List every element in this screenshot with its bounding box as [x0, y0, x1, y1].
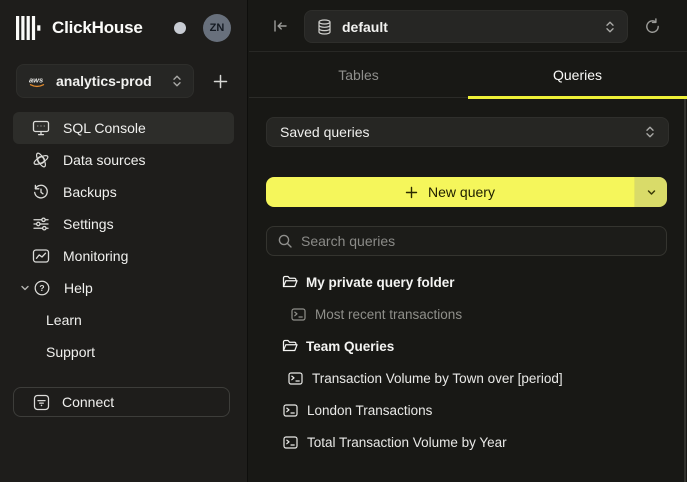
tree-item-label: Most recent transactions — [315, 307, 462, 322]
tree-item-label: Team Queries — [306, 339, 394, 354]
tab-tables[interactable]: Tables — [249, 52, 468, 97]
new-query-dropdown-button[interactable] — [634, 177, 667, 207]
svg-text:aws: aws — [29, 75, 43, 84]
sidebar-item-support[interactable]: Support — [0, 336, 247, 368]
add-service-button[interactable] — [205, 66, 235, 96]
sidebar-item-label: Data sources — [63, 152, 145, 168]
tree-item-label: My private query folder — [306, 275, 455, 290]
query-terminal-icon — [283, 436, 298, 449]
chevron-updown-icon — [172, 74, 182, 88]
schema-queries-panel: default Tables — [249, 0, 687, 482]
chevron-down-icon — [646, 187, 657, 198]
settings-sliders-icon — [32, 215, 50, 233]
status-dot — [174, 22, 186, 34]
sidebar-item-monitoring[interactable]: Monitoring — [13, 240, 234, 272]
connect-label: Connect — [62, 394, 114, 410]
saved-query-row[interactable]: Most recent transactions — [266, 298, 667, 330]
chevron-updown-icon — [645, 125, 655, 139]
sidebar-item-backups[interactable]: Backups — [13, 176, 234, 208]
sidebar-item-label: Monitoring — [63, 248, 128, 264]
service-selector-row: aws analytics-prod — [16, 64, 235, 98]
saved-queries-filter-select[interactable]: Saved queries — [266, 117, 669, 147]
aws-icon: aws — [28, 75, 47, 88]
query-terminal-icon — [283, 404, 298, 417]
clickhouse-logo-icon[interactable] — [16, 16, 43, 40]
sql-console-icon — [32, 119, 50, 137]
refresh-button[interactable] — [644, 18, 661, 35]
brand-name: ClickHouse — [52, 18, 143, 38]
panel-tabs: Tables Queries — [249, 52, 687, 98]
new-query-split-button: New query — [266, 177, 667, 207]
database-icon — [317, 19, 332, 35]
sidebar: ClickHouse ZN aws analytics-prod — [0, 0, 248, 482]
svg-text:?: ? — [39, 283, 44, 293]
service-selector-value: analytics-prod — [56, 73, 152, 89]
sidebar-item-label: Backups — [63, 184, 117, 200]
app-window: ClickHouse ZN aws analytics-prod — [0, 0, 687, 482]
sidebar-item-sql-console[interactable]: SQL Console — [13, 112, 234, 144]
sidebar-item-settings[interactable]: Settings — [13, 208, 234, 240]
sidebar-item-label: SQL Console — [63, 120, 146, 136]
sidebar-item-label: Learn — [46, 312, 82, 328]
sidebar-nav: SQL Console Data sources — [0, 112, 247, 368]
plus-icon — [405, 186, 418, 199]
brand-row: ClickHouse ZN — [16, 13, 231, 43]
monitoring-chart-icon — [32, 247, 50, 265]
search-queries-box — [266, 226, 667, 256]
tree-item-label: Transaction Volume by Town over [period] — [312, 371, 563, 386]
service-selector[interactable]: aws analytics-prod — [16, 64, 194, 98]
saved-query-row[interactable]: London Transactions — [266, 394, 667, 426]
sidebar-item-data-sources[interactable]: Data sources — [13, 144, 234, 176]
sidebar-item-label: Help — [64, 280, 93, 296]
refresh-icon — [644, 18, 661, 35]
help-icon: ? — [33, 279, 51, 297]
sidebar-item-help[interactable]: ? Help — [13, 272, 234, 304]
saved-query-row[interactable]: Transaction Volume by Town over [period] — [266, 362, 667, 394]
folder-open-icon — [282, 275, 298, 289]
avatar[interactable]: ZN — [203, 14, 231, 42]
tab-queries[interactable]: Queries — [468, 52, 687, 97]
query-folder-row[interactable]: Team Queries — [266, 330, 667, 362]
connect-icon — [33, 394, 50, 411]
sidebar-item-learn[interactable]: Learn — [0, 304, 247, 336]
database-selector[interactable]: default — [304, 10, 628, 43]
tab-label: Tables — [338, 67, 378, 83]
database-selector-value: default — [342, 19, 388, 35]
saved-query-row[interactable]: Total Transaction Volume by Year — [266, 426, 667, 458]
collapse-left-icon — [273, 19, 288, 33]
search-queries-input[interactable] — [301, 233, 655, 249]
chevron-down-icon[interactable] — [19, 283, 31, 293]
plus-icon — [213, 74, 228, 89]
tree-item-label: London Transactions — [307, 403, 432, 418]
folder-open-icon — [282, 339, 298, 353]
data-sources-icon — [32, 151, 50, 169]
panel-topbar: default — [249, 0, 687, 52]
search-icon — [278, 234, 292, 248]
chevron-updown-icon — [605, 20, 615, 34]
tab-label: Queries — [553, 67, 602, 83]
sidebar-item-label: Support — [46, 344, 95, 360]
sidebar-item-label: Settings — [63, 216, 114, 232]
query-terminal-icon — [291, 308, 306, 321]
new-query-button[interactable]: New query — [266, 177, 634, 207]
query-terminal-icon — [288, 372, 303, 385]
query-folder-row[interactable]: My private query folder — [266, 266, 667, 298]
panel-scrollbar[interactable] — [684, 99, 686, 482]
connect-button[interactable]: Connect — [13, 387, 230, 417]
tree-item-label: Total Transaction Volume by Year — [307, 435, 507, 450]
collapse-panel-button[interactable] — [273, 19, 288, 33]
saved-queries-filter-value: Saved queries — [280, 124, 370, 140]
backups-icon — [32, 183, 50, 201]
saved-queries-tree: My private query folder Most recent tran… — [266, 266, 667, 458]
new-query-label: New query — [428, 184, 495, 200]
